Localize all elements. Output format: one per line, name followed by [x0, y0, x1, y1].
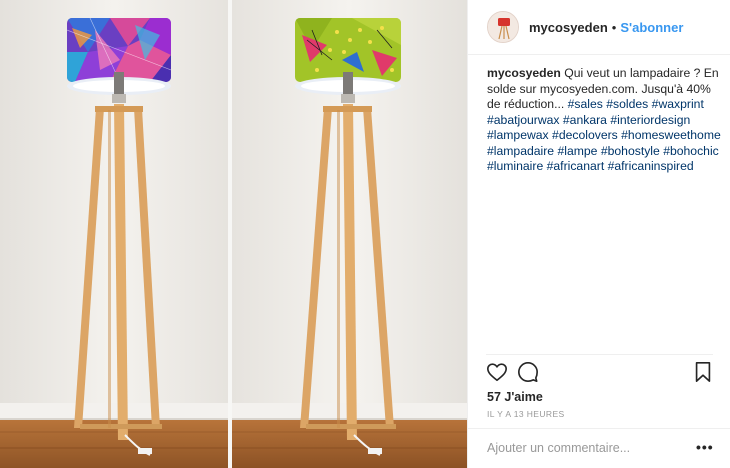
- hashtag[interactable]: #africanart: [547, 159, 605, 173]
- hashtag[interactable]: #abatjourwax: [487, 113, 560, 127]
- hashtag[interactable]: #lampadaire: [487, 144, 554, 158]
- hashtag[interactable]: #homesweethome: [621, 128, 721, 142]
- heart-icon[interactable]: [486, 361, 510, 385]
- post-side-panel: mycosyeden • S'abonner mycosyeden Qui ve…: [467, 0, 730, 468]
- post-caption: mycosyeden Qui veut un lampadaire ? En s…: [487, 66, 723, 175]
- hashtag[interactable]: #sales: [568, 97, 603, 111]
- hashtag[interactable]: #lampewax: [487, 128, 549, 142]
- post-header: mycosyeden • S'abonner: [468, 0, 730, 55]
- comment-divider: [468, 428, 730, 429]
- follow-button[interactable]: S'abonner: [620, 20, 683, 35]
- comment-icon[interactable]: [517, 361, 541, 385]
- hashtag[interactable]: #interiordesign: [610, 113, 690, 127]
- hashtag[interactable]: #decolovers: [552, 128, 618, 142]
- comment-input[interactable]: [487, 441, 683, 455]
- likes-count[interactable]: 57 J'aime: [487, 390, 543, 404]
- hashtag[interactable]: #bohochic: [663, 144, 719, 158]
- hashtag[interactable]: #soldes: [606, 97, 648, 111]
- separator-dot: •: [611, 19, 617, 35]
- lamp-purple-image: [0, 0, 228, 468]
- avatar-lamp-icon: [488, 12, 518, 42]
- instagram-post: mycosyeden • S'abonner mycosyeden Qui ve…: [0, 0, 730, 468]
- lamp-green-image: [232, 0, 467, 468]
- username[interactable]: mycosyeden: [529, 20, 608, 35]
- photo-right-lamp: [232, 0, 467, 468]
- caption-username[interactable]: mycosyeden: [487, 66, 561, 80]
- photo-left-lamp: [0, 0, 228, 468]
- post-photo[interactable]: [0, 0, 467, 468]
- hashtag[interactable]: #waxprint: [652, 97, 704, 111]
- more-options-icon[interactable]: •••: [696, 440, 714, 454]
- post-timestamp[interactable]: IL Y A 13 HEURES: [487, 409, 565, 419]
- avatar[interactable]: [487, 11, 519, 43]
- hashtag[interactable]: #africaninspired: [608, 159, 694, 173]
- hashtag[interactable]: #bohostyle: [601, 144, 660, 158]
- hashtag[interactable]: #lampe: [557, 144, 597, 158]
- actions-divider: [486, 354, 713, 355]
- action-bar: [486, 361, 714, 387]
- hashtag[interactable]: #ankara: [563, 113, 607, 127]
- hashtag[interactable]: #luminaire: [487, 159, 543, 173]
- bookmark-icon[interactable]: [693, 361, 717, 385]
